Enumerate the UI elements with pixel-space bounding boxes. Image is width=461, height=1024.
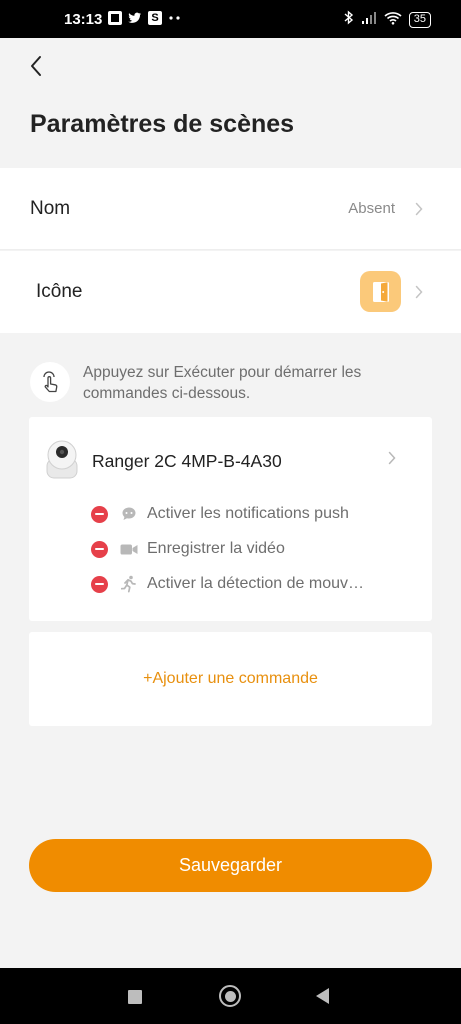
scene-name-row[interactable]: Nom Absent xyxy=(0,168,461,250)
twitter-icon xyxy=(128,11,142,25)
chevron-right-icon[interactable] xyxy=(386,449,398,467)
status-bar: 13:13 S 35 xyxy=(0,0,461,38)
save-button[interactable]: Sauvegarder xyxy=(29,839,432,892)
scene-name-value: Absent xyxy=(348,200,395,217)
add-command-label: +Ajouter une commande xyxy=(143,670,318,687)
running-person-icon xyxy=(119,575,139,593)
s-app-icon: S xyxy=(148,11,162,25)
bluetooth-icon xyxy=(344,10,354,30)
remove-action-button[interactable] xyxy=(91,575,108,593)
chevron-left-icon xyxy=(31,56,41,76)
wifi-icon xyxy=(384,11,402,30)
scene-name-label: Nom xyxy=(30,198,71,219)
action-row: Activer la détection de mouv… xyxy=(91,572,411,596)
chevron-right-icon xyxy=(413,283,425,301)
notification-icon xyxy=(108,11,122,25)
scene-icon-row[interactable]: Icône xyxy=(0,251,461,333)
battery-indicator: 35 xyxy=(408,12,431,28)
action-label: Activer la détection de mouv… xyxy=(147,575,364,592)
status-time: 13:13 xyxy=(64,11,103,28)
more-dots-icon xyxy=(168,11,182,25)
action-label: Activer les notifications push xyxy=(147,505,349,522)
chevron-right-icon xyxy=(413,200,425,218)
home-icon[interactable] xyxy=(219,985,241,1007)
remove-action-button[interactable] xyxy=(91,540,108,558)
hint-text: Appuyez sur Exécuter pour démarrer les c… xyxy=(83,364,362,402)
action-row: Activer les notifications push xyxy=(91,502,411,526)
status-right-icons: 35 xyxy=(344,10,431,30)
action-row: Enregistrer la vidéo xyxy=(91,537,411,561)
action-label: Enregistrer la vidéo xyxy=(147,540,285,557)
signal-icon xyxy=(361,11,377,30)
remove-action-button[interactable] xyxy=(91,505,108,523)
chat-bubble-icon xyxy=(119,505,139,523)
tap-hand-icon xyxy=(30,362,70,402)
video-camera-icon xyxy=(119,540,139,558)
page-header: Paramètres de scènes xyxy=(0,38,461,168)
door-exit-icon xyxy=(360,271,401,312)
add-command-button[interactable]: +Ajouter une commande xyxy=(29,632,432,726)
recents-icon[interactable] xyxy=(128,990,142,1004)
device-name: Ranger 2C 4MP-B-4A30 xyxy=(92,451,282,471)
status-left-icons: S xyxy=(108,11,182,25)
system-nav-bar xyxy=(0,968,461,1024)
scene-icon-label: Icône xyxy=(36,281,83,302)
device-card: Ranger 2C 4MP-B-4A30 Activer les notific… xyxy=(29,417,432,621)
back-button[interactable] xyxy=(22,52,50,80)
camera-device-icon xyxy=(46,439,78,479)
page-title: Paramètres de scènes xyxy=(30,110,295,138)
back-triangle-icon[interactable] xyxy=(316,988,329,1004)
